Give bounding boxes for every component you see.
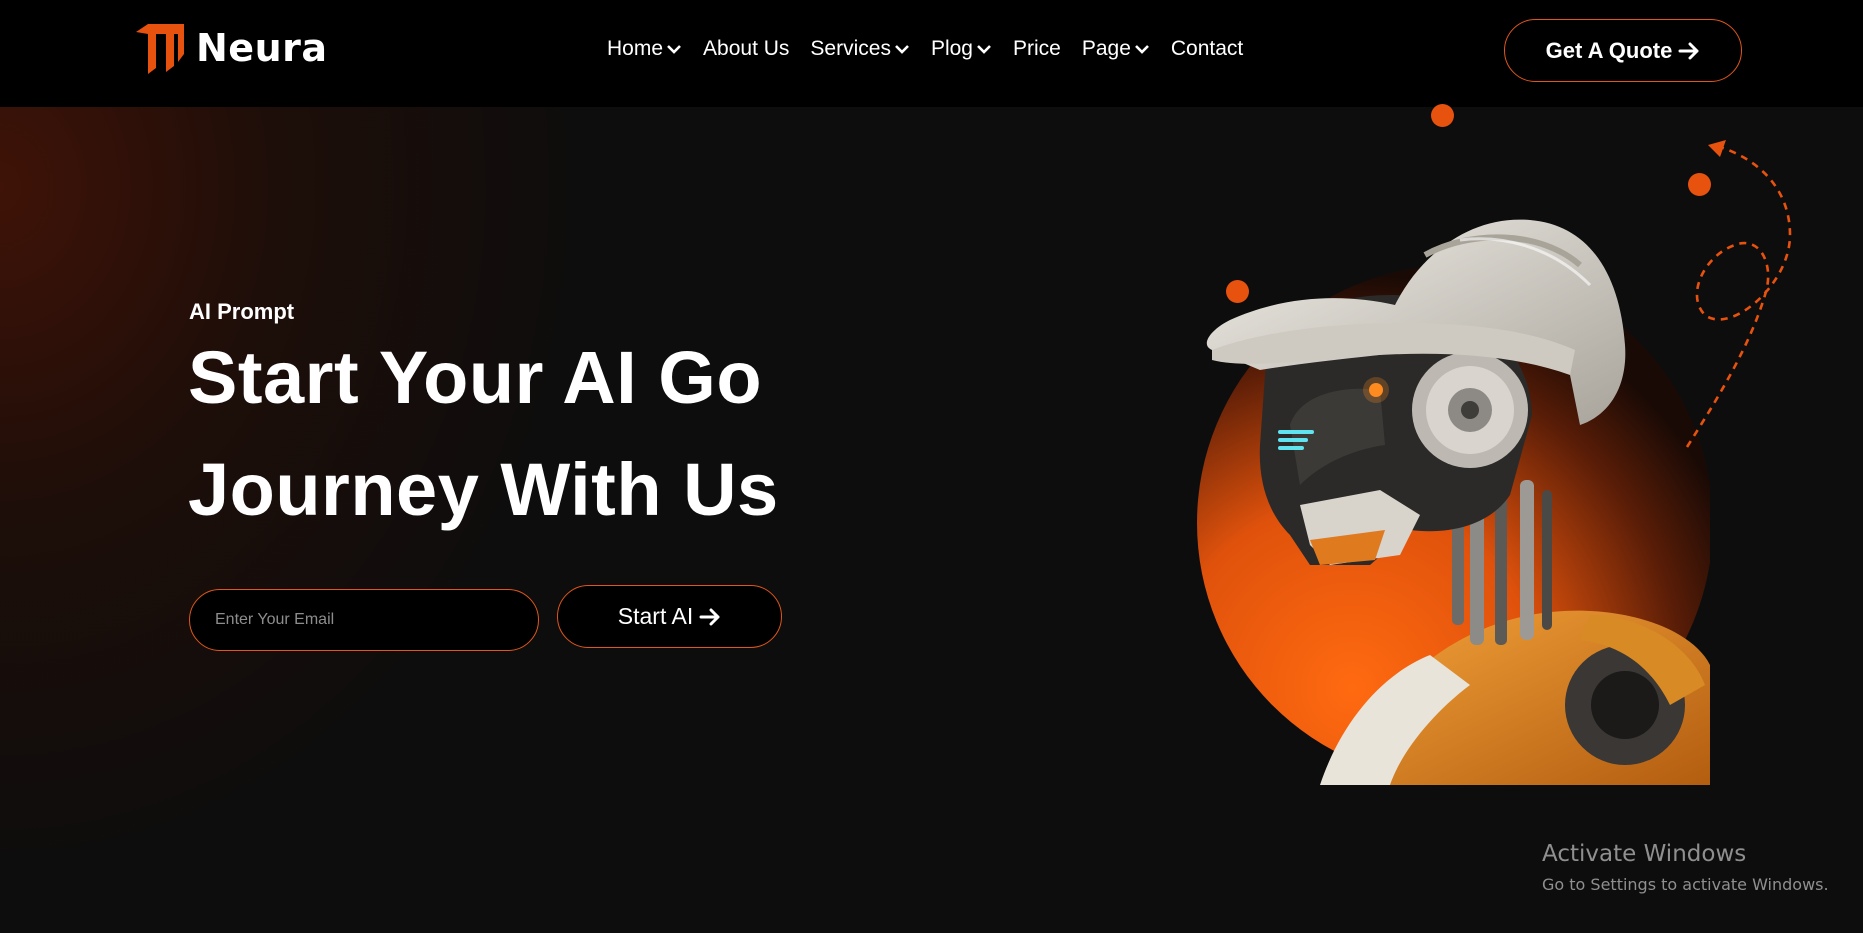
start-ai-label: Start AI [617,603,694,629]
brand-name: Neura [196,26,328,70]
get-a-quote-button[interactable]: Get A Quote [1504,19,1742,82]
nav-item-label: About Us [703,37,790,60]
brand-logo-icon [136,24,184,74]
nav-item-label: Services [810,37,891,60]
nav-item-price[interactable]: Price [1013,37,1061,61]
chevron-down-icon [895,45,909,54]
nav-item-plog[interactable]: Plog [931,37,992,61]
watermark-title: Activate Windows [1542,841,1747,867]
hero-headline-line-1: Start Your AI Go [188,336,763,419]
windows-activation-watermark: Activate Windows Go to Settings to activ… [1542,841,1829,894]
nav-item-home[interactable]: Home [607,37,682,61]
nav-item-label: Plog [930,37,973,60]
chevron-down-icon [1134,45,1149,54]
brand-logo[interactable]: Neura [134,22,328,74]
decor-dot [1431,104,1454,127]
chevron-down-icon [977,45,991,54]
nav-item-label: Contact [1170,37,1244,60]
nav-item-label: Home [607,37,664,60]
chevron-down-icon [667,45,681,54]
arrow-right-icon [1678,42,1699,59]
nav-item-page[interactable]: Page [1082,37,1150,61]
top-navbar: Neura Home About Us Services Plog Price [0,0,1863,107]
arrow-right-icon [699,608,720,625]
watermark-subtitle: Go to Settings to activate Windows. [1542,875,1829,894]
nav-item-contact[interactable]: Contact [1171,37,1243,61]
get-a-quote-label: Get A Quote [1545,37,1673,63]
start-ai-button[interactable]: Start AI [557,585,782,648]
page: Neura Home About Us Services Plog Price [0,0,1863,933]
curved-arrow-decoration [1685,140,1792,448]
hero-headline: Start Your AI Go Journey With Us [188,322,888,546]
nav-item-services[interactable]: Services [810,37,910,61]
email-input[interactable] [189,589,539,651]
nav-item-label: Page [1081,37,1131,60]
main-nav: Home About Us Services Plog Price Page C… [607,37,1243,61]
robot-hero-illustration [1197,219,1710,785]
hero-headline-line-2: Journey With Us [188,448,779,531]
nav-item-about-us[interactable]: About Us [703,37,789,61]
nav-item-label: Price [1012,37,1061,60]
